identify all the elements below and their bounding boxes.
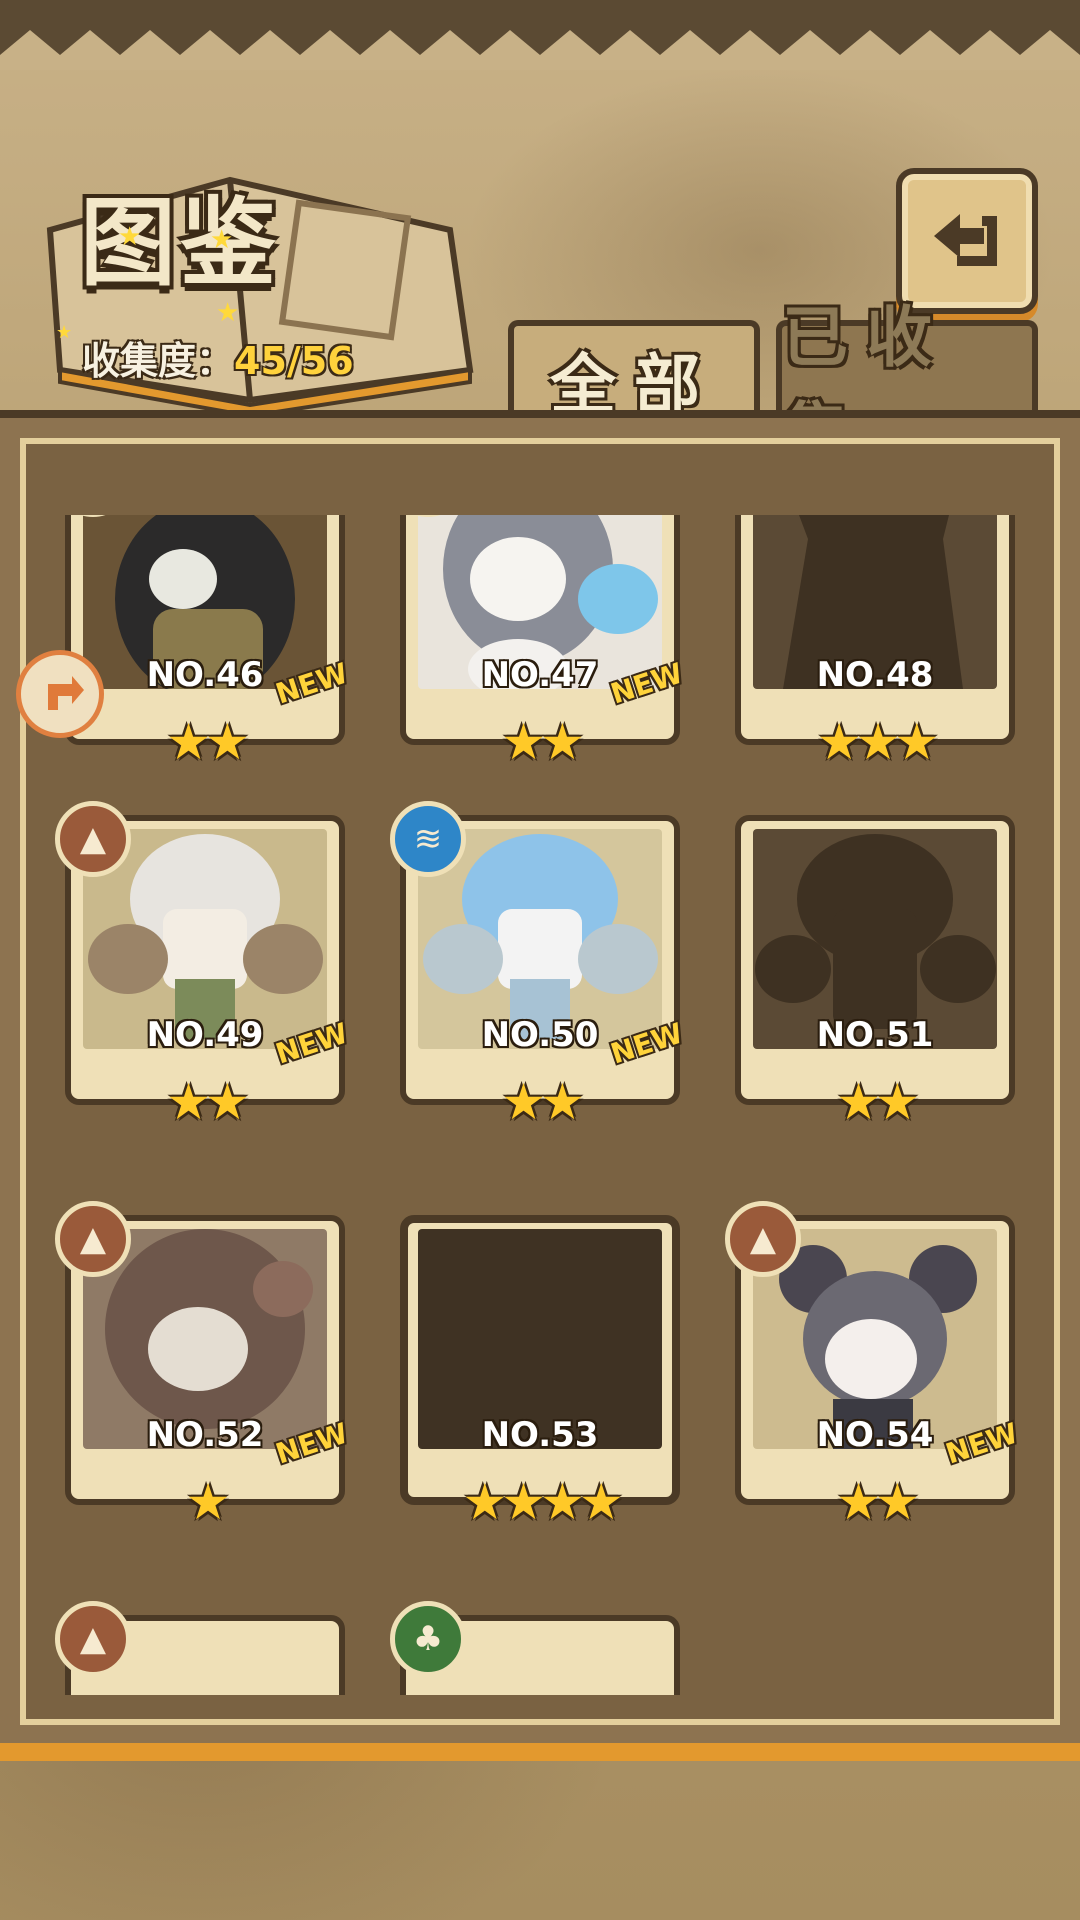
rarity-stars: ★★	[836, 1073, 920, 1131]
side-arrow-icon	[48, 676, 84, 710]
rarity-stars: ★★★★	[462, 1473, 623, 1531]
rarity-stars: ★★	[501, 1073, 585, 1131]
rarity-stars: ★	[185, 1473, 231, 1531]
card-no54[interactable]: ▲ NO.54 NEW ★★	[725, 1201, 1022, 1535]
collection-label: 收集度：	[82, 339, 235, 383]
card-partial[interactable]: ▲	[55, 1601, 345, 1695]
collection-value: 45/56	[234, 339, 354, 383]
earth-element-icon: ▲	[725, 1201, 801, 1277]
card-number: NO.53	[481, 1415, 599, 1455]
rarity-stars: ★★	[501, 713, 585, 771]
card-no52[interactable]: ▲ NO.52 NEW ★	[55, 1201, 352, 1535]
panel-bottom-trim	[0, 1743, 1080, 1761]
card-partial[interactable]: ♣	[390, 1601, 680, 1695]
card-number: NO.48	[816, 655, 934, 695]
rarity-stars: ★★	[166, 713, 250, 771]
card-no46[interactable]: ▲ NO.46 NEW ★★	[55, 515, 352, 775]
earth-element-icon: ▲	[55, 1601, 131, 1677]
back-arrow-icon	[934, 214, 997, 266]
sparkle-star-icon: ★	[210, 225, 234, 255]
page-title: 图鉴	[80, 186, 280, 299]
card-no50[interactable]: ≋ NO.50 NEW ★★	[390, 801, 687, 1135]
sparkle-star-icon: ★	[118, 222, 142, 252]
nature-element-icon: ♣	[390, 1601, 466, 1677]
card-no51[interactable]: NO.51 ★★	[735, 815, 1015, 1135]
collection-progress: 收集度：45/56	[82, 330, 354, 385]
card-grid[interactable]: ▲ NO.46 NEW ★★ ≋ NO.47 NEW ★★ NO.48 ★★★ …	[40, 515, 1040, 1695]
top-border	[0, 0, 1080, 70]
rarity-stars: ★★★	[816, 713, 939, 771]
card-no53[interactable]: NO.53 ★★★★	[400, 1215, 680, 1535]
earth-element-icon: ▲	[55, 801, 131, 877]
earth-element-icon: ▲	[55, 1201, 131, 1277]
sparkle-star-icon: ★	[216, 298, 240, 328]
side-arrow-button[interactable]	[16, 650, 104, 738]
water-element-icon: ≋	[390, 801, 466, 877]
sparkle-star-icon: ★	[56, 322, 73, 343]
rarity-stars: ★★	[166, 1073, 250, 1131]
rarity-stars: ★★	[836, 1473, 920, 1531]
card-no47[interactable]: ≋ NO.47 NEW ★★	[390, 515, 687, 775]
card-no49[interactable]: ▲ NO.49 NEW ★★	[55, 801, 352, 1135]
card-number: NO.51	[816, 1015, 934, 1055]
card-no48[interactable]: NO.48 ★★★	[735, 515, 1015, 775]
